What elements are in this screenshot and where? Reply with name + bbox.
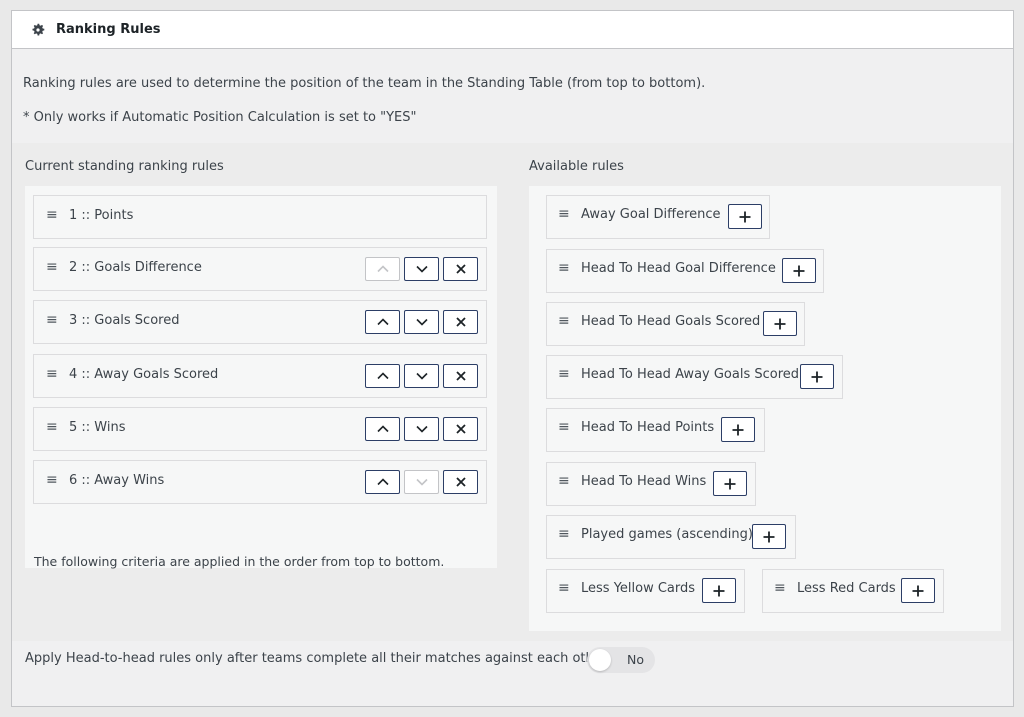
toggle-knob <box>589 649 611 671</box>
drag-handle-icon[interactable]: ≡ <box>558 473 570 489</box>
available-rule-item[interactable]: ≡ Less Red Cards <box>762 569 944 613</box>
h2h-toggle[interactable]: No <box>587 647 655 673</box>
gear-icon <box>30 22 46 38</box>
drag-handle-icon[interactable]: ≡ <box>46 366 58 382</box>
available-rule-item[interactable]: ≡ Head To Head Goal Difference <box>546 249 824 293</box>
available-rule-label: Away Goal Difference <box>581 207 721 222</box>
drag-handle-icon[interactable]: ≡ <box>558 260 570 276</box>
add-rule-button[interactable] <box>702 578 736 603</box>
ranking-rule-row[interactable]: ≡ 2 :: Goals Difference <box>33 247 487 291</box>
add-rule-button[interactable] <box>782 258 816 283</box>
available-rules-title: Available rules <box>529 159 624 174</box>
remove-rule-button[interactable] <box>443 470 478 494</box>
available-rule-item[interactable]: ≡ Head To Head Away Goals Scored <box>546 355 843 399</box>
move-down-button[interactable] <box>404 257 439 281</box>
available-rule-item[interactable]: ≡ Played games (ascending) <box>546 515 796 559</box>
rule-label: 6 :: Away Wins <box>69 473 165 488</box>
move-up-button[interactable] <box>365 470 400 494</box>
ranking-rules-panel: Ranking Rules Ranking rules are used to … <box>11 10 1014 707</box>
available-rule-item[interactable]: ≡ Away Goal Difference <box>546 195 770 239</box>
drag-handle-icon[interactable]: ≡ <box>558 366 570 382</box>
drag-handle-icon[interactable]: ≡ <box>46 419 58 435</box>
rule-label: 1 :: Points <box>69 208 134 223</box>
available-rule-item[interactable]: ≡ Head To Head Points <box>546 408 765 452</box>
move-down-button[interactable] <box>404 417 439 441</box>
drag-handle-icon[interactable]: ≡ <box>46 312 58 328</box>
available-rule-label: Head To Head Wins <box>581 474 707 489</box>
current-rules-list: ≡ 1 :: Points ≡ 2 :: Goals Difference ≡ 3 :: … <box>25 186 497 569</box>
move-up-button[interactable] <box>365 417 400 441</box>
remove-rule-button[interactable] <box>443 310 478 334</box>
add-rule-button[interactable] <box>901 578 935 603</box>
drag-handle-icon[interactable]: ≡ <box>558 526 570 542</box>
available-rule-label: Less Red Cards <box>797 581 896 596</box>
available-rule-label: Head To Head Goals Scored <box>581 314 761 329</box>
remove-rule-button[interactable] <box>443 364 478 388</box>
drag-handle-icon[interactable]: ≡ <box>46 472 58 488</box>
available-rule-label: Played games (ascending) <box>581 527 753 542</box>
h2h-rule-text: Apply Head-to-head rules only after team… <box>25 651 608 666</box>
intro-text: Ranking rules are used to determine the … <box>23 76 706 91</box>
available-rule-label: Head To Head Away Goals Scored <box>581 367 800 382</box>
add-rule-button[interactable] <box>763 311 797 336</box>
ranking-rule-row[interactable]: ≡ 5 :: Wins <box>33 407 487 451</box>
move-down-button[interactable] <box>404 310 439 334</box>
ranking-rule-row[interactable]: ≡ 3 :: Goals Scored <box>33 300 487 344</box>
rule-label: 2 :: Goals Difference <box>69 260 202 275</box>
available-rule-item[interactable]: ≡ Head To Head Goals Scored <box>546 302 805 346</box>
remove-rule-button[interactable] <box>443 417 478 441</box>
add-rule-button[interactable] <box>721 417 755 442</box>
ranking-rule-row[interactable]: ≡ 1 :: Points <box>33 195 487 239</box>
drag-handle-icon[interactable]: ≡ <box>46 207 58 223</box>
drag-handle-icon[interactable]: ≡ <box>558 419 570 435</box>
drag-handle-icon[interactable]: ≡ <box>46 259 58 275</box>
add-rule-button[interactable] <box>752 524 786 549</box>
move-up-button[interactable] <box>365 310 400 334</box>
order-footnote: The following criteria are applied in th… <box>34 554 445 569</box>
ranking-rule-row[interactable]: ≡ 6 :: Away Wins <box>33 460 487 504</box>
available-rule-item[interactable]: ≡ Head To Head Wins <box>546 462 756 506</box>
drag-handle-icon[interactable]: ≡ <box>558 206 570 222</box>
rule-label: 3 :: Goals Scored <box>69 313 180 328</box>
panel-title: Ranking Rules <box>56 22 161 37</box>
toggle-label: No <box>627 652 644 667</box>
add-rule-button[interactable] <box>800 364 834 389</box>
move-up-button[interactable] <box>365 364 400 388</box>
rule-label: 5 :: Wins <box>69 420 126 435</box>
available-rule-label: Head To Head Goal Difference <box>581 261 776 276</box>
available-rules-list: ≡ Away Goal Difference ≡ Head To Head Goal … <box>529 186 1001 631</box>
ranking-rule-row[interactable]: ≡ 4 :: Away Goals Scored <box>33 354 487 398</box>
remove-rule-button[interactable] <box>443 257 478 281</box>
drag-handle-icon[interactable]: ≡ <box>774 580 786 596</box>
drag-handle-icon[interactable]: ≡ <box>558 313 570 329</box>
current-rules-title: Current standing ranking rules <box>25 159 224 174</box>
panel-header: Ranking Rules <box>12 11 1013 49</box>
move-up-button[interactable] <box>365 257 400 281</box>
available-rule-label: Head To Head Points <box>581 420 715 435</box>
move-down-button[interactable] <box>404 364 439 388</box>
available-rule-label: Less Yellow Cards <box>581 581 696 596</box>
intro-note: * Only works if Automatic Position Calcu… <box>23 110 417 125</box>
drag-handle-icon[interactable]: ≡ <box>558 580 570 596</box>
available-rule-item[interactable]: ≡ Less Yellow Cards <box>546 569 745 613</box>
move-down-button[interactable] <box>404 470 439 494</box>
add-rule-button[interactable] <box>728 204 762 229</box>
rule-label: 4 :: Away Goals Scored <box>69 367 219 382</box>
add-rule-button[interactable] <box>713 471 747 496</box>
